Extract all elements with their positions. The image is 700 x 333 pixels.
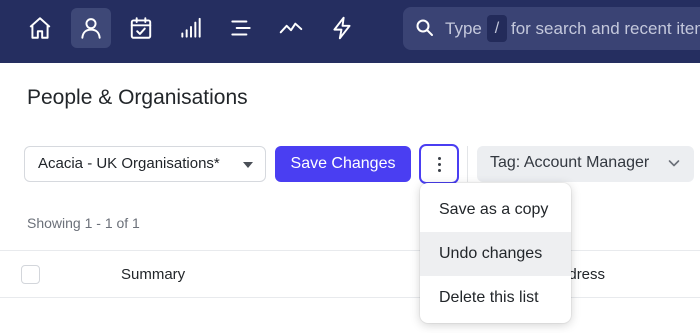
bar-signal-icon: [181, 17, 201, 38]
nav-analytics-button[interactable]: [271, 8, 311, 48]
person-icon: [81, 18, 101, 39]
lightning-icon: [333, 16, 351, 40]
saved-list-value: Acacia - UK Organisations*: [38, 155, 220, 172]
more-options-menu: Save as a copy Undo changes Delete this …: [420, 183, 571, 323]
results-count: Showing 1 - 1 of 1: [27, 215, 140, 231]
more-options-button[interactable]: [419, 144, 459, 184]
search-shortcut-key: /: [487, 15, 507, 42]
nav-reports-button[interactable]: [171, 8, 211, 48]
chevron-down-icon: [668, 160, 680, 167]
nav-home-button[interactable]: [20, 8, 60, 48]
nav-list-button[interactable]: [221, 8, 261, 48]
nav-people-button[interactable]: [71, 8, 111, 48]
more-vertical-icon: [437, 156, 441, 160]
search-placeholder-suffix: for search and recent items: [511, 19, 700, 38]
column-header-summary[interactable]: Summary: [121, 266, 185, 283]
save-changes-button[interactable]: Save Changes: [275, 146, 411, 182]
toolbar-divider: [467, 146, 468, 182]
menu-item-delete-list[interactable]: Delete this list: [420, 276, 571, 320]
search-bar[interactable]: Type / for search and recent items: [403, 7, 700, 50]
table-header-bottom-border: [0, 297, 700, 298]
search-placeholder-prefix: Type: [445, 19, 482, 38]
nav-automation-button[interactable]: [322, 8, 362, 48]
select-all-checkbox[interactable]: [21, 265, 40, 284]
tag-filter-text: Tag: Account Manager: [490, 154, 649, 172]
menu-item-undo-changes[interactable]: Undo changes: [420, 232, 571, 276]
menu-item-save-as-copy[interactable]: Save as a copy: [420, 188, 571, 232]
top-nav-bar: Type / for search and recent items: [0, 0, 700, 63]
menu-lines-icon: [231, 20, 251, 36]
tag-filter-chip[interactable]: Tag: Account Manager: [477, 146, 694, 182]
trend-line-icon: [279, 22, 303, 34]
nav-calendar-button[interactable]: [121, 8, 161, 48]
caret-down-icon: [243, 162, 253, 168]
tag-filter-label: Tag:: [490, 154, 521, 171]
saved-list-select[interactable]: Acacia - UK Organisations*: [24, 146, 266, 182]
home-icon: [29, 17, 51, 39]
table-header-top-border: [0, 250, 700, 251]
tag-filter-value: Account Manager: [523, 154, 650, 171]
page-title: People & Organisations: [27, 86, 248, 109]
calendar-check-icon: [130, 17, 152, 39]
search-icon: [416, 19, 433, 36]
